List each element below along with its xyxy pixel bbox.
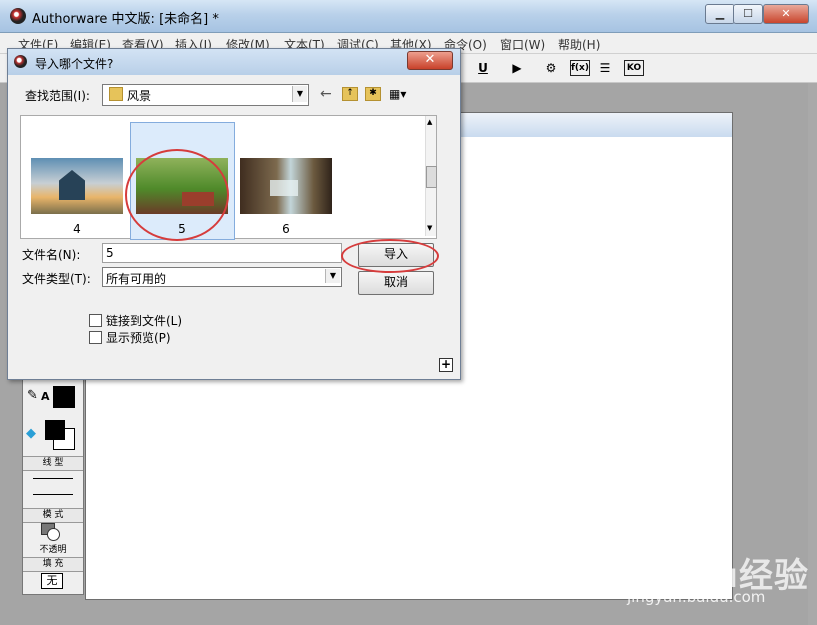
link-to-file-label: 链接到文件(L): [106, 314, 183, 328]
menu-help[interactable]: 帮助(H): [558, 36, 600, 53]
lookin-combo[interactable]: 风景 ▼: [102, 84, 309, 106]
main-window: Authorware 中文版: [未命名] * ▁ ☐ ✕ 文件(F) 编辑(E…: [0, 0, 817, 625]
dialog-close-button[interactable]: ✕: [407, 51, 453, 70]
watermark-url: jingyan.baidu.com: [627, 588, 766, 606]
app-logo-icon: [10, 8, 26, 24]
variables-icon[interactable]: ☰: [596, 60, 614, 76]
minimize-button[interactable]: ▁: [705, 4, 735, 24]
view-menu-icon[interactable]: ▦▾: [389, 87, 406, 101]
waterfall-shape: [270, 180, 298, 196]
house-shape: [59, 170, 85, 200]
foreground-color-swatch[interactable]: [45, 420, 65, 440]
functions-button[interactable]: f(x): [570, 60, 590, 76]
filename-label: 文件名(N):: [22, 248, 81, 262]
play-icon[interactable]: ▶: [508, 60, 526, 76]
show-preview-checkbox[interactable]: [89, 331, 102, 344]
mode-circle-icon[interactable]: [47, 528, 60, 541]
lookin-label: 查找范围(I):: [25, 89, 90, 103]
lookin-value: 风景: [127, 89, 152, 103]
line-style-label: 线 型: [23, 456, 83, 471]
dialog-app-icon: [14, 55, 27, 68]
dialog-title-bar: 导入哪个文件? ✕: [8, 49, 460, 75]
menu-window[interactable]: 窗口(W): [500, 36, 545, 53]
filetype-combo[interactable]: 所有可用的 ▼: [102, 267, 342, 287]
pencil-icon[interactable]: ✎: [27, 388, 38, 403]
chevron-down-icon[interactable]: ▼: [325, 269, 340, 283]
title-bar: Authorware 中文版: [未命名] * ▁ ☐ ✕: [0, 0, 817, 33]
scroll-thumb[interactable]: [426, 166, 437, 188]
knowledge-objects-button[interactable]: KO: [624, 60, 644, 76]
fill-none-button[interactable]: 无: [41, 573, 63, 589]
close-button[interactable]: ✕: [763, 4, 809, 24]
highlight-circle-import: [341, 239, 439, 273]
up-folder-icon[interactable]: ↑: [342, 87, 358, 101]
mode-label: 模 式: [23, 508, 83, 523]
thumbnail-4[interactable]: [31, 158, 123, 214]
cancel-button[interactable]: 取消: [358, 271, 434, 295]
folder-icon: [109, 87, 123, 101]
stroke-color-swatch[interactable]: [53, 386, 75, 408]
text-color-label: A: [41, 390, 50, 403]
line-medium[interactable]: [33, 494, 73, 495]
show-preview-label: 显示预览(P): [106, 331, 171, 345]
trace-icon[interactable]: ⚙: [542, 60, 560, 76]
underline-button[interactable]: U: [474, 60, 492, 76]
filetype-label: 文件类型(T):: [22, 272, 91, 286]
mode-opaque-label[interactable]: 不透明: [23, 542, 83, 555]
window-title: Authorware 中文版: [未命名] *: [32, 12, 219, 27]
link-to-file-checkbox[interactable]: [89, 314, 102, 327]
highlight-circle-thumbnail: [125, 149, 229, 241]
file-list[interactable]: 4 5 6: [20, 115, 437, 241]
chevron-down-icon[interactable]: ▼: [292, 86, 307, 102]
fill-label: 填 充: [23, 557, 83, 572]
new-folder-icon[interactable]: ✱: [365, 87, 381, 101]
paint-bucket-icon[interactable]: ◆: [26, 426, 36, 441]
filetype-value: 所有可用的: [106, 272, 167, 286]
expand-button[interactable]: +: [439, 358, 453, 372]
filename-input[interactable]: 5: [102, 243, 342, 263]
dialog-title: 导入哪个文件?: [35, 57, 114, 71]
scroll-down-icon[interactable]: ▼: [427, 224, 432, 232]
file-list-scrollbar[interactable]: ▲ ▼: [425, 116, 437, 236]
thumbnail-6[interactable]: [240, 158, 332, 214]
maximize-button[interactable]: ☐: [733, 4, 763, 24]
scroll-up-icon[interactable]: ▲: [427, 118, 432, 126]
back-icon[interactable]: ←: [320, 86, 332, 102]
line-thin[interactable]: [33, 478, 73, 479]
import-dialog: 导入哪个文件? ✕ 查找范围(I): 风景 ▼ ← ↑ ✱ ▦▾ 4 5 6 ▲…: [7, 48, 461, 380]
filename-value: 5: [106, 246, 114, 260]
tool-palette: ✎ A ◆ 线 型 模 式 不透明 填 充 无: [22, 375, 84, 595]
thumbnail-label-6: 6: [282, 222, 290, 236]
thumbnail-label-4: 4: [73, 222, 81, 236]
